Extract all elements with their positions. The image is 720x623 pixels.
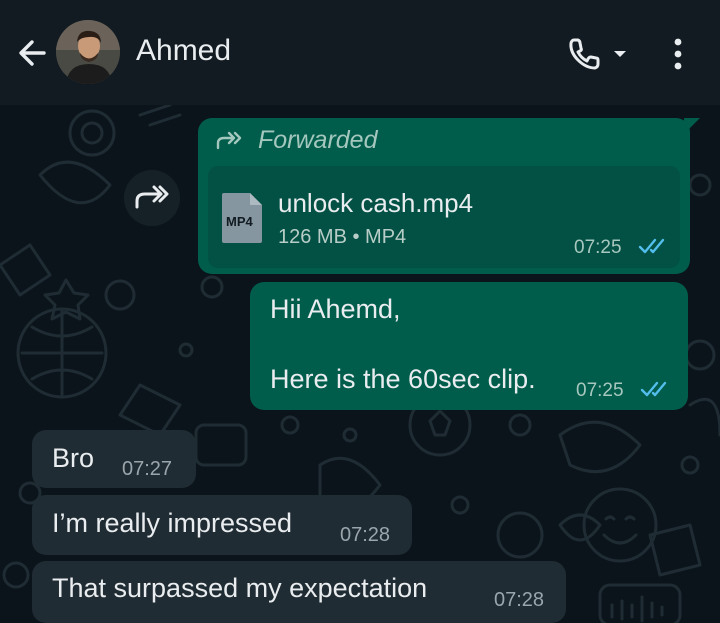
avatar[interactable] xyxy=(56,20,120,84)
forward-icon xyxy=(135,185,169,209)
back-button[interactable] xyxy=(14,33,54,73)
message-text: I’m really impressed xyxy=(52,508,293,538)
avatar-photo xyxy=(56,20,120,84)
message-text-line2: Here is the 60sec clip. xyxy=(270,364,536,394)
contact-name[interactable]: Ahmed xyxy=(136,34,231,68)
phone-icon xyxy=(569,38,626,70)
file-type-label: MP4 xyxy=(226,214,253,229)
forwarded-label: Forwarded xyxy=(258,126,378,154)
message-text: Bro xyxy=(52,443,95,473)
message-text: That surpassed my expectation xyxy=(52,573,428,603)
call-button[interactable] xyxy=(566,34,632,74)
read-ticks-icon xyxy=(640,381,667,397)
bubble-tail xyxy=(684,118,700,134)
message-time: 07:25 xyxy=(576,380,624,401)
message-time: 07:28 xyxy=(340,524,391,546)
more-options-button[interactable] xyxy=(664,34,694,74)
more-vertical-icon xyxy=(674,38,682,70)
forwarded-icon xyxy=(214,128,246,152)
arrow-left-icon xyxy=(19,40,46,66)
forward-button[interactable] xyxy=(124,170,180,226)
message-time: 07:27 xyxy=(122,458,173,480)
file-meta: 126 MB • MP4 xyxy=(278,226,407,248)
read-ticks-icon xyxy=(638,238,665,254)
message-text-line1: Hii Ahemd, xyxy=(270,294,401,324)
message-time: 07:25 xyxy=(574,237,622,258)
chat-header: Ahmed xyxy=(0,0,720,105)
message-time: 07:28 xyxy=(494,589,545,611)
video-file-icon: MP4 xyxy=(222,193,262,243)
file-name: unlock cash.mp4 xyxy=(278,188,474,218)
